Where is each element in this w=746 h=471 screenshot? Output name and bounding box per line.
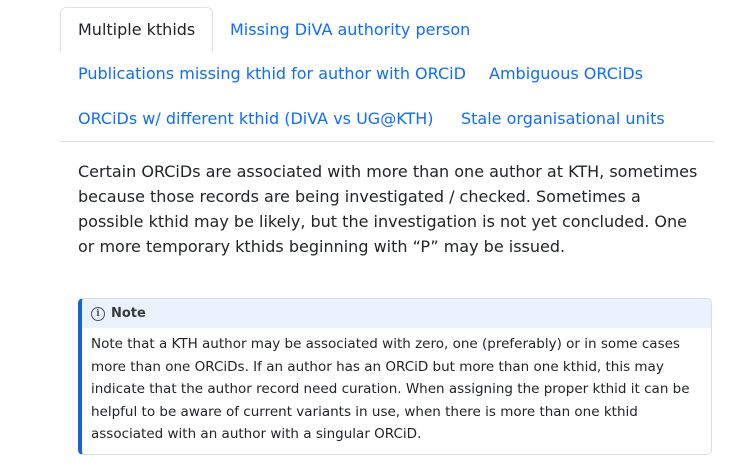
tab-nav: Multiple kthids Missing DiVA authority p… [60,7,714,142]
info-icon: i [91,306,105,321]
tab-ambiguous-orcids[interactable]: Ambiguous ORCiDs [489,64,643,84]
tab-stale-organisational-units[interactable]: Stale organisational units [461,109,665,129]
note-body: Note that a KTH author may be associated… [91,336,690,442]
tab-orcids-different-kthid[interactable]: ORCiDs w/ different kthid (DiVA vs UG@KT… [78,109,434,129]
intro-paragraph: Certain ORCiDs are associated with more … [78,162,698,256]
tab-multiple-kthids[interactable]: Multiple kthids [60,7,214,53]
note-header: i Note [82,299,711,328]
tab-publications-missing-kthid[interactable]: Publications missing kthid for author wi… [78,64,466,84]
tab-missing-diva-authority-person[interactable]: Missing DiVA authority person [230,20,470,40]
note-title: Note [111,306,146,321]
note-callout: i Note Note that a KTH author may be ass… [78,298,712,455]
page: Multiple kthids Missing DiVA authority p… [0,0,746,471]
